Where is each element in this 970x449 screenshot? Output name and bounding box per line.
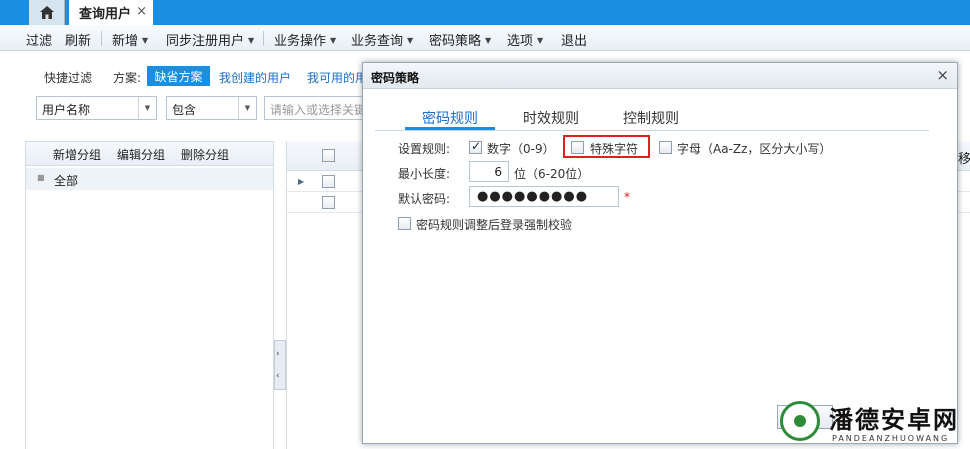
search-input[interactable]: 请输入或选择关键 [264,96,374,120]
chevron-down-icon: ▼ [330,36,337,45]
force-check-checkbox[interactable] [398,217,411,230]
home-tab[interactable] [29,0,65,25]
dialog-title: 密码策略 [371,71,420,85]
field-select-value: 用户名称 [42,103,91,117]
menu-add-label: 新增 [112,34,139,49]
grid-column-header-partial: 移 [958,152,970,167]
menu-filter[interactable]: 过滤 [26,30,52,49]
watermark-sub: PANDEANZHUOWANG [832,434,950,443]
scheme-label: 方案: [113,71,142,85]
tab-divider [375,130,929,131]
scheme-my-created-link[interactable]: 我创建的用户 [219,69,291,86]
row-pointer-icon: ▶ [298,177,305,186]
edit-group-button[interactable]: 编辑分组 [117,146,165,163]
chevron-down-icon: ▼ [142,36,149,45]
tab-expiry-rules[interactable]: 时效规则 [523,108,579,128]
chevron-right-icon: › [276,349,280,359]
menu-sync-users-label: 同步注册用户 [166,34,245,49]
search-placeholder: 请输入或选择关键 [270,103,367,117]
close-icon[interactable]: × [936,66,949,84]
delete-group-button[interactable]: 删除分组 [181,146,229,163]
force-check-label: 密码规则调整后登录强制校验 [416,218,573,232]
password-policy-dialog: 密码策略 × 密码规则 时效规则 控制规则 设置规则: 数字（0-9） 特殊字符… [362,62,958,444]
add-group-button[interactable]: 新增分组 [53,146,101,163]
row-checkbox[interactable] [322,196,335,209]
tree-item-all[interactable]: ■ 全部 [26,168,273,190]
tab-password-rules[interactable]: 密码规则 [422,108,478,128]
min-length-label: 最小长度: [398,167,451,181]
operator-select-value: 包含 [172,103,197,117]
special-char-checkbox[interactable] [571,141,584,154]
tab-control-rules[interactable]: 控制规则 [623,108,679,128]
rule-label: 设置规则: [398,142,451,156]
watermark: 潘德安卓网 PANDEANZHUOWANG [775,398,970,449]
chevron-down-icon: ▼ [407,36,414,45]
menu-options[interactable]: 选项 ▼ [507,30,543,49]
dialog-titlebar: 密码策略 × [363,63,957,89]
special-char-label: 特殊字符 [590,142,639,156]
select-all-checkbox[interactable] [322,149,335,162]
digits-checkbox[interactable] [469,139,482,154]
chevron-down-icon: ▼ [485,36,492,45]
tab-query-users[interactable]: 查询用户 × [69,0,153,25]
digits-label: 数字（0-9） [487,142,555,156]
chevron-down-icon: ▼ [248,36,255,45]
menu-business-ops-label: 业务操作 [274,34,327,49]
tab-bar: 查询用户 × [0,0,970,25]
default-password-label: 默认密码: [398,192,451,206]
row-checkbox[interactable] [322,175,335,188]
group-panel: 新增分组 编辑分组 删除分组 ■ 全部 [25,141,274,449]
menu-password-policy-label: 密码策略 [429,34,482,49]
scheme-default-button[interactable]: 缺省方案 [147,66,210,86]
min-length-unit: 位（6-20位） [514,167,590,181]
menu-business-ops[interactable]: 业务操作 ▼ [274,30,336,49]
required-mark: * [624,190,630,204]
chevron-down-icon: ▼ [537,36,544,45]
menu-exit[interactable]: 退出 [561,30,587,49]
group-toolbar: 新增分组 编辑分组 删除分组 [26,142,273,166]
tab-query-users-label: 查询用户 [79,7,132,22]
quick-filter-label: 快捷过滤 [44,71,93,85]
menu-separator [263,31,264,46]
chevron-down-icon: ▼ [138,97,156,119]
tree-item-all-label: 全部 [54,174,79,188]
chevron-down-icon: ▼ [238,97,256,119]
menu-business-query[interactable]: 业务查询 ▼ [351,30,413,49]
menu-bar: 过滤 刷新 新增 ▼ 同步注册用户 ▼ 业务操作 ▼ 业务查询 ▼ 密码策略 ▼ 选项 ▼ … [0,25,970,51]
menu-business-query-label: 业务查询 [351,34,404,49]
menu-password-policy[interactable]: 密码策略 ▼ [429,30,491,49]
scheme-my-available-link[interactable]: 我可用的用 [307,69,367,86]
tab-close-icon[interactable]: × [136,4,147,19]
operator-select[interactable]: 包含 ▼ [166,96,257,120]
watermark-logo-icon [780,401,820,441]
field-select[interactable]: 用户名称 ▼ [36,96,157,120]
watermark-name: 潘德安卓网 [829,406,959,434]
tree-bullet-icon: ■ [37,173,45,182]
letters-checkbox[interactable] [659,141,672,154]
panel-collapse-handle[interactable]: › ‹ [274,340,286,390]
default-password-input[interactable]: ●●●●●●●●● [469,186,619,207]
menu-separator [101,31,102,46]
letters-label: 字母（Aa-Zz，区分大小写） [677,142,832,156]
menu-add[interactable]: 新增 ▼ [112,30,148,49]
home-icon [39,6,54,19]
menu-options-label: 选项 [507,34,534,49]
chevron-left-icon: ‹ [276,371,280,381]
menu-sync-users[interactable]: 同步注册用户 ▼ [166,30,254,49]
menu-refresh[interactable]: 刷新 [65,30,91,49]
min-length-input[interactable]: 6 [469,161,509,182]
